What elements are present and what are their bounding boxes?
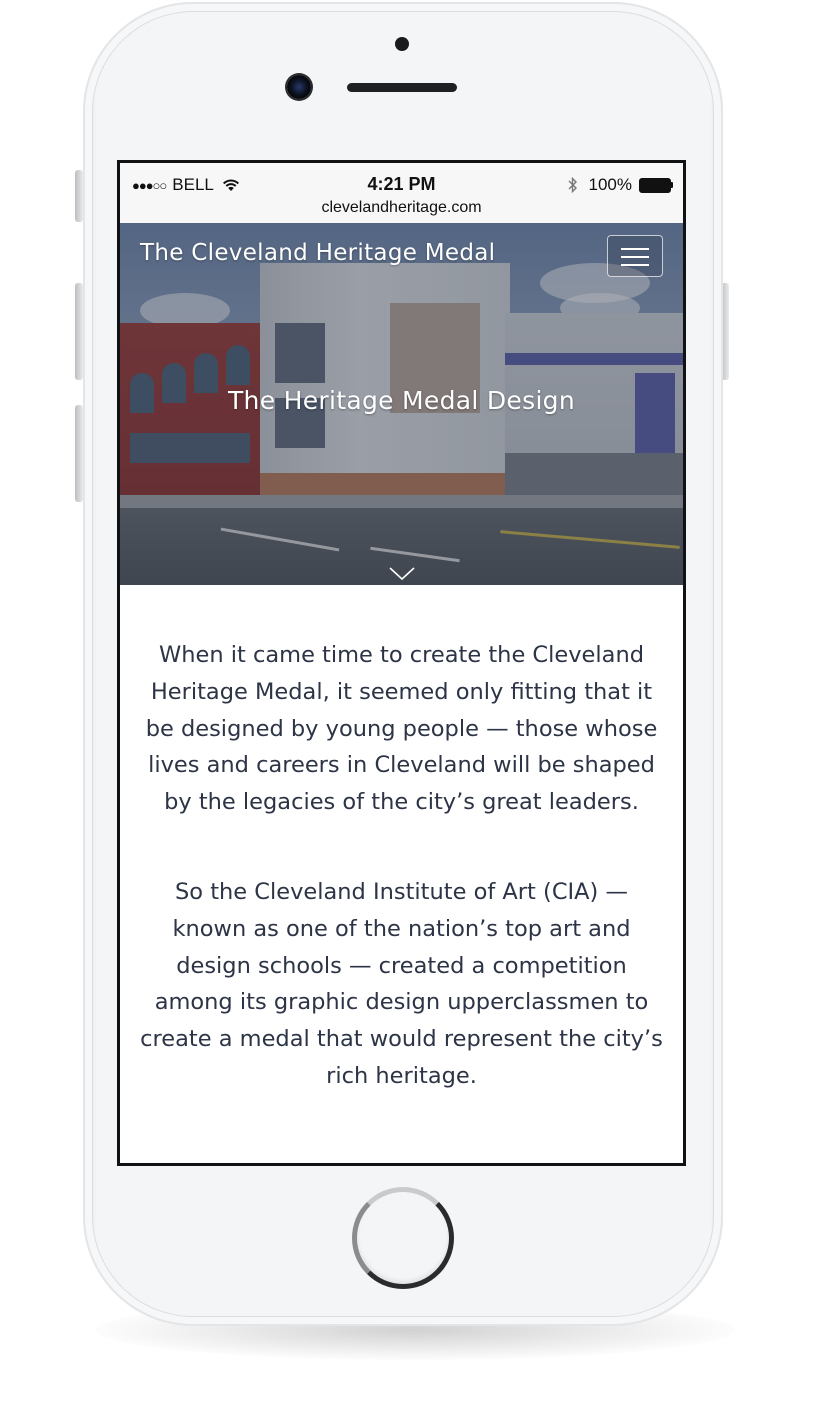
mute-switch — [75, 170, 83, 222]
battery-icon — [639, 177, 673, 193]
hero-heading: The Heritage Medal Design — [227, 386, 575, 415]
site-title[interactable]: The Cleveland Heritage Medal — [140, 240, 495, 266]
phone-screen: ●●●○○ BELL 4:21 PM 100% clevelandheritag… — [117, 160, 686, 1166]
mockup-stage: ●●●○○ BELL 4:21 PM 100% clevelandheritag… — [0, 0, 830, 1421]
earpiece-speaker — [347, 83, 457, 92]
hero-banner: The Cleveland Heritage Medal The Heritag… — [120, 223, 683, 585]
cia-paragraph: So the Cleveland Institute of Art (CIA) … — [140, 878, 663, 1089]
article-content: When it came time to create the Clevelan… — [120, 585, 683, 1148]
status-bar: ●●●○○ BELL 4:21 PM 100% clevelandheritag… — [120, 163, 683, 223]
battery-percent: 100% — [588, 175, 632, 194]
proximity-sensor — [395, 37, 409, 51]
front-camera — [287, 75, 311, 99]
address-bar-url[interactable]: clevelandheritage.com — [120, 199, 683, 217]
chevron-down-icon[interactable] — [388, 566, 416, 582]
bluetooth-icon — [568, 176, 577, 194]
status-right: 100% — [567, 175, 673, 195]
volume-up-button — [75, 283, 83, 380]
menu-toggle-button[interactable] — [607, 235, 663, 277]
home-button[interactable] — [352, 1187, 454, 1289]
volume-down-button — [75, 405, 83, 502]
hamburger-menu-icon — [621, 248, 649, 250]
intro-paragraph: When it came time to create the Clevelan… — [145, 642, 658, 816]
